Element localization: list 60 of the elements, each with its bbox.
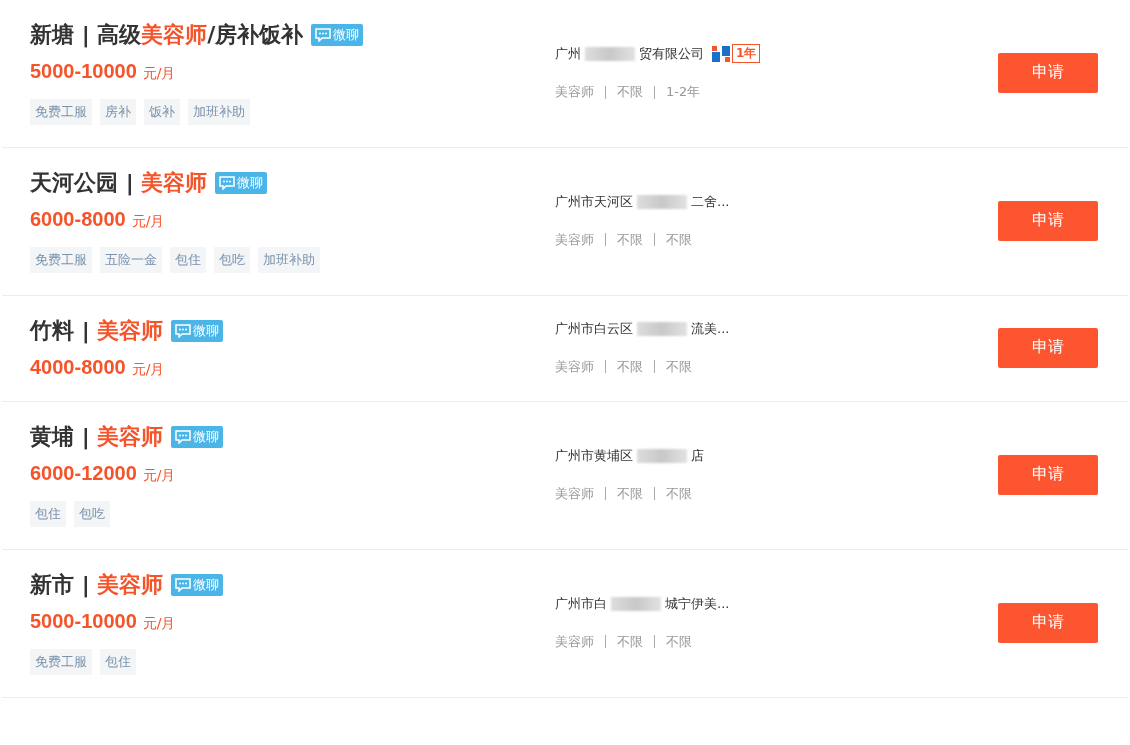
job-title[interactable]: 竹料 | 美容师: [30, 316, 164, 346]
benefit-tag: 免费工服: [30, 649, 92, 675]
benefit-tag: 加班补助: [188, 99, 250, 125]
benefit-tag: 包住: [170, 247, 206, 273]
redaction-blur: [585, 46, 635, 61]
company-name-start[interactable]: 广州: [555, 44, 581, 63]
salary: 4000-8000: [30, 356, 126, 379]
job-requirement: 美容师: [555, 484, 594, 503]
company-name-end[interactable]: 城宁伊美...: [665, 594, 730, 613]
job-title[interactable]: 天河公园 | 美容师: [30, 168, 208, 198]
redaction-blur: [637, 194, 687, 209]
job-requirement: 不限: [617, 632, 643, 651]
company-name-end[interactable]: 贸有限公司: [639, 44, 704, 63]
company-name-start[interactable]: 广州市天河区: [555, 192, 633, 211]
salary-unit: 元/月: [142, 467, 176, 485]
job-requirement: 不限: [666, 632, 692, 651]
redaction-blur: [637, 321, 687, 336]
benefit-tag: 房补: [100, 99, 136, 125]
job-requirement: 不限: [666, 484, 692, 503]
company-name-end[interactable]: 流美...: [691, 319, 730, 338]
company-name-start[interactable]: 广州市白: [555, 594, 607, 613]
redaction-blur: [637, 448, 687, 463]
benefit-tag: 加班补助: [258, 247, 320, 273]
company-name-end[interactable]: 二舍...: [691, 192, 730, 211]
company-name-start[interactable]: 广州市白云区: [555, 319, 633, 338]
member-logo-icon: [712, 45, 730, 62]
job-title[interactable]: 新塘 | 高级美容师/房补饭补: [30, 20, 304, 50]
company-name-start[interactable]: 广州市黄埔区: [555, 446, 633, 465]
redaction-blur: [611, 596, 661, 611]
salary: 5000-10000: [30, 610, 137, 633]
job-requirement: 美容师: [555, 83, 594, 101]
job-requirement: 不限: [617, 484, 643, 503]
job-requirement: 不限: [666, 230, 692, 249]
salary-unit: 元/月: [131, 361, 165, 379]
job-title[interactable]: 黄埔 | 美容师: [30, 422, 164, 452]
benefit-tag: 包住: [30, 501, 66, 527]
job-requirement: 不限: [617, 357, 643, 376]
salary-unit: 元/月: [131, 213, 165, 231]
company-name-end[interactable]: 店: [691, 446, 704, 465]
job-requirement: 不限: [617, 83, 643, 101]
benefit-tag: 包吃: [214, 247, 250, 273]
job-requirement: 1-2年: [666, 83, 701, 101]
job-requirement: 不限: [666, 357, 692, 376]
job-title[interactable]: 新市 | 美容师: [30, 570, 164, 600]
benefit-tag: 免费工服: [30, 99, 92, 125]
job-requirement: 美容师: [555, 357, 594, 376]
salary: 6000-8000: [30, 208, 126, 231]
benefit-tag: 饭补: [144, 99, 180, 125]
benefit-tag: 五险一金: [100, 247, 162, 273]
job-requirement: 美容师: [555, 230, 594, 249]
member-years-badge: 1年: [732, 44, 761, 63]
benefit-tag: 免费工服: [30, 247, 92, 273]
salary: 6000-12000: [30, 462, 137, 485]
salary-unit: 元/月: [142, 65, 176, 83]
benefit-tag: 包住: [100, 649, 136, 675]
salary-unit: 元/月: [142, 615, 176, 633]
job-requirement: 美容师: [555, 632, 594, 651]
benefit-tag: 包吃: [74, 501, 110, 527]
job-requirement: 不限: [617, 230, 643, 249]
salary: 5000-10000: [30, 60, 137, 83]
